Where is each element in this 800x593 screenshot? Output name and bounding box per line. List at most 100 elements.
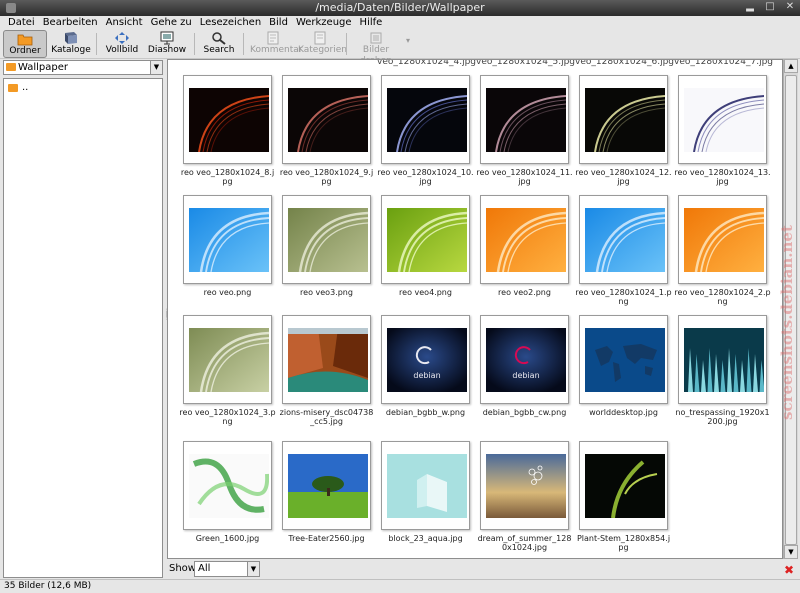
menu-datei[interactable]: Datei	[4, 16, 39, 29]
thumbnail-frame	[678, 75, 767, 164]
thumbnail-item[interactable]: block_23_aqua.jpg	[376, 441, 475, 543]
thumbnail-item[interactable]: reo veo_1280x1024_11.jpg	[475, 75, 574, 186]
thumbnail-image	[189, 208, 269, 272]
thumbnail-item[interactable]: reo veo_1280x1024_9.jpg	[277, 75, 376, 186]
thumbnail-frame	[282, 315, 371, 404]
thumbnail-image	[585, 88, 665, 152]
diashow-button[interactable]: Diashow	[147, 30, 187, 58]
thumbnail-frame	[579, 441, 668, 530]
location-combo[interactable]: Wallpaper ▼	[3, 60, 163, 75]
filter-bar: Show: All ▼	[167, 559, 783, 579]
ordner-button[interactable]: Ordner	[3, 30, 47, 58]
vollbild-button[interactable]: Vollbild	[103, 30, 141, 58]
search-button[interactable]: Search	[202, 30, 236, 58]
thumbnail-item[interactable]: Green_1600.jpg	[178, 441, 277, 543]
thumbnail-frame: debian	[480, 315, 569, 404]
folder-tree[interactable]: ..	[3, 78, 163, 578]
kategorien-button[interactable]: Kategorien	[298, 30, 347, 58]
thumbnail-item[interactable]: Tree-Eater2560.jpg	[277, 441, 376, 543]
thumbnail-caption: no_trespassing_1920x1200.jpg	[675, 408, 770, 426]
thumbnail-item[interactable]: worlddesktop.jpg	[574, 315, 673, 417]
thumbnail-item[interactable]: zions-misery_dsc04738_cc5.jpg	[277, 315, 376, 426]
maximize-icon[interactable]: □	[764, 1, 776, 13]
thumbnail-image	[387, 208, 467, 272]
menu-gehe-zu[interactable]: Gehe zu	[147, 16, 196, 29]
chevron-down-icon[interactable]: ▼	[150, 61, 162, 74]
thumbnail-item[interactable]: debian debian_bgbb_cw.png	[475, 315, 574, 417]
menu-hilfe[interactable]: Hilfe	[356, 16, 387, 29]
thumbnail-frame	[183, 75, 272, 164]
categories-icon	[314, 31, 326, 45]
thumbnail-caption: reo veo_1280x1024_11.jpg	[476, 168, 573, 186]
thumbnail-frame	[381, 441, 470, 530]
thumbnail-item[interactable]: reo veo_1280x1024_12.jpg	[574, 75, 673, 186]
folder-icon	[8, 83, 18, 92]
minimize-icon[interactable]: ▂	[744, 1, 756, 13]
watermark: screenshots.debian.net	[778, 225, 796, 420]
close-filter-icon[interactable]: ✖	[783, 564, 795, 576]
thumbnail-item[interactable]: debian debian_bgbb_w.png	[376, 315, 475, 417]
thumbnail-item[interactable]: reo veo2.png	[475, 195, 574, 297]
thumbnail-image	[585, 208, 665, 272]
thumbnail-item[interactable]: reo veo3.png	[277, 195, 376, 297]
thumbnail-caption: veo_1280x1024_7.jpg	[674, 59, 774, 67]
thumbnail-frame	[183, 441, 272, 530]
search-icon	[212, 32, 226, 45]
thumbnail-caption: veo_1280x1024_6.jpg	[575, 59, 675, 67]
thumbnail-image	[486, 88, 566, 152]
thumbnail-caption: Plant-Stem_1280x854.jpg	[576, 534, 671, 552]
thumbnail-image: debian	[387, 328, 467, 392]
thumbnail-item[interactable]: no_trespassing_1920x1200.jpg	[673, 315, 772, 426]
bilder-drehen-button[interactable]: Bilder drehen	[350, 30, 402, 66]
kommentar-button[interactable]: Kommentar	[250, 30, 302, 58]
close-icon[interactable]: ✕	[784, 1, 796, 13]
slideshow-icon	[160, 31, 174, 45]
thumbnail-item[interactable]: reo veo_1280x1024_8.jpg	[178, 75, 277, 186]
scroll-down-icon[interactable]: ▼	[784, 545, 798, 559]
thumbnail-item[interactable]: reo veo_1280x1024_10.jpg	[376, 75, 475, 186]
thumbnail-frame	[282, 441, 371, 530]
thumbnail-item[interactable]: Plant-Stem_1280x854.jpg	[574, 441, 673, 552]
menu-ansicht[interactable]: Ansicht	[102, 16, 147, 29]
thumbnail-frame	[480, 441, 569, 530]
thumbnail-frame	[579, 195, 668, 284]
kataloge-button[interactable]: Kataloge	[50, 30, 92, 58]
thumbnail-item[interactable]: reo veo_1280x1024_1.png	[574, 195, 673, 306]
sidebar: Wallpaper ▼ ..	[3, 59, 164, 578]
thumbnail-caption: reo veo_1280x1024_1.png	[575, 288, 672, 306]
window-menu-icon[interactable]	[6, 3, 16, 13]
status-text: 35 Bilder (12,6 MB)	[4, 581, 92, 591]
menu-lesezeichen[interactable]: Lesezeichen	[196, 16, 265, 29]
menu-bearbeiten[interactable]: Bearbeiten	[39, 16, 102, 29]
thumbnail-caption: reo veo4.png	[399, 288, 452, 297]
thumbnail-item[interactable]: dream_of_summer_1280x1024.jpg	[475, 441, 574, 552]
tree-item-parent[interactable]: ..	[8, 82, 28, 93]
thumbnail-image	[288, 208, 368, 272]
thumbnail-caption: worlddesktop.jpg	[589, 408, 658, 417]
thumbnail-item[interactable]: reo veo.png	[178, 195, 277, 297]
window-title: /media/Daten/Bilder/Wallpaper	[315, 1, 485, 14]
title-bar: /media/Daten/Bilder/Wallpaper ▂ □ ✕	[0, 0, 800, 16]
thumbnail-item[interactable]: reo veo_1280x1024_2.png	[673, 195, 772, 306]
toolbar: Ordner Kataloge Vollbild Diashow Search …	[0, 29, 800, 66]
thumbnail-frame	[480, 75, 569, 164]
menu-bild[interactable]: Bild	[265, 16, 292, 29]
location-label: Wallpaper	[18, 62, 69, 73]
chevron-down-icon[interactable]: ▼	[247, 562, 259, 576]
thumbnail-frame	[381, 195, 470, 284]
thumbnail-image	[288, 328, 368, 392]
thumbnail-item[interactable]: reo veo4.png	[376, 195, 475, 297]
thumbnail-item[interactable]: reo veo_1280x1024_13.jpg	[673, 75, 772, 186]
thumbnail-image	[387, 88, 467, 152]
thumbnail-image	[288, 88, 368, 152]
thumbnail-item[interactable]: reo veo_1280x1024_3.png	[178, 315, 277, 426]
thumbnail-image	[189, 88, 269, 152]
thumbnail-frame	[183, 315, 272, 404]
thumbnail-frame	[678, 195, 767, 284]
filter-select[interactable]: All ▼	[194, 561, 260, 577]
thumbnail-image	[189, 454, 269, 518]
thumbnail-caption: reo veo_1280x1024_10.jpg	[377, 168, 474, 186]
menu-werkzeuge[interactable]: Werkzeuge	[292, 16, 356, 29]
rotate-dropdown-icon[interactable]: ▾	[403, 30, 413, 58]
scroll-up-icon[interactable]: ▲	[784, 59, 798, 73]
